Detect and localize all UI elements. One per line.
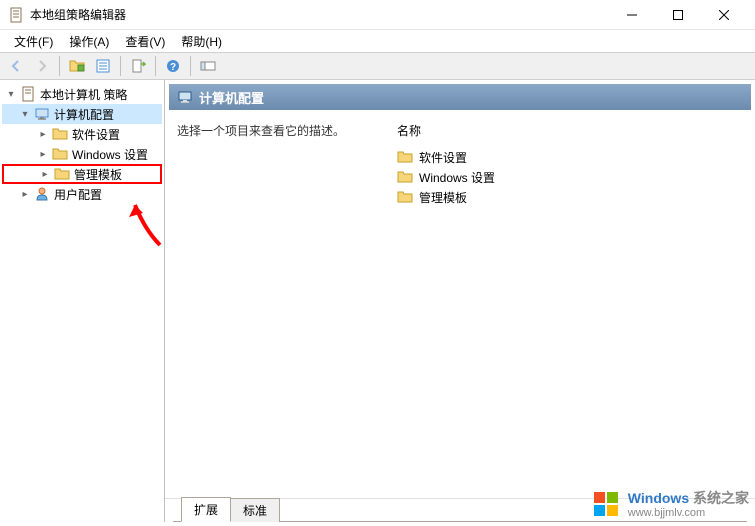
computer-icon (177, 89, 193, 105)
tab-standard[interactable]: 标准 (230, 498, 280, 522)
tree-label: Windows 设置 (72, 146, 148, 163)
toolbar-folder-button[interactable] (65, 54, 89, 78)
window-title: 本地组策略编辑器 (30, 6, 609, 23)
detail-description: 选择一个项目来查看它的描述。 (177, 122, 357, 139)
folder-icon (52, 146, 68, 162)
expand-icon[interactable]: ▸ (18, 187, 32, 201)
back-button (4, 54, 28, 78)
list-item[interactable]: 管理模板 (397, 187, 743, 207)
tree-label: 管理模板 (74, 166, 122, 183)
tree-computer-config[interactable]: ▾ 计算机配置 (2, 104, 162, 124)
list-item[interactable]: 软件设置 (397, 147, 743, 167)
menubar: 文件(F) 操作(A) 查看(V) 帮助(H) (0, 30, 755, 52)
tree-label: 用户配置 (54, 186, 102, 203)
tree-label: 软件设置 (72, 126, 120, 143)
tree-panel[interactable]: ▾ 本地计算机 策略 ▾ 计算机配置 ▸ 软件设置 ▸ Windows (0, 80, 165, 522)
svg-text:?: ? (170, 62, 176, 73)
maximize-button[interactable] (655, 0, 701, 30)
tree-root[interactable]: ▾ 本地计算机 策略 (2, 84, 162, 104)
tree-software-settings[interactable]: ▸ 软件设置 (2, 124, 162, 144)
list-item-label: 管理模板 (419, 189, 467, 206)
detail-header: 计算机配置 (169, 84, 751, 110)
menu-help[interactable]: 帮助(H) (173, 31, 230, 52)
folder-icon (397, 149, 413, 165)
list-item-label: 软件设置 (419, 149, 467, 166)
tree-windows-settings[interactable]: ▸ Windows 设置 (2, 144, 162, 164)
folder-icon (397, 189, 413, 205)
toolbar-help-button[interactable]: ? (161, 54, 185, 78)
app-icon (8, 7, 24, 23)
column-header-name[interactable]: 名称 (397, 122, 743, 139)
item-list: 软件设置 Windows 设置 管理模板 (397, 147, 743, 207)
menu-view[interactable]: 查看(V) (117, 31, 173, 52)
tab-extended[interactable]: 扩展 (181, 497, 231, 522)
expand-icon[interactable]: ▸ (36, 147, 50, 161)
policy-icon (20, 86, 36, 102)
toolbar-export-button[interactable] (126, 54, 150, 78)
user-icon (34, 186, 50, 202)
tree-label: 本地计算机 策略 (40, 86, 127, 103)
tree-user-config[interactable]: ▸ 用户配置 (2, 184, 162, 204)
toolbar-list-button[interactable] (91, 54, 115, 78)
tab-strip: 扩展 标准 (165, 498, 755, 522)
expand-icon[interactable]: ▾ (4, 87, 18, 101)
expand-icon[interactable]: ▸ (36, 127, 50, 141)
titlebar: 本地组策略编辑器 (0, 0, 755, 30)
detail-panel: 计算机配置 选择一个项目来查看它的描述。 名称 软件设置 Windows 设置 (165, 80, 755, 522)
list-item-label: Windows 设置 (419, 169, 495, 186)
detail-header-text: 计算机配置 (199, 88, 264, 107)
close-button[interactable] (701, 0, 747, 30)
tree-label: 计算机配置 (54, 106, 114, 123)
expand-icon[interactable]: ▾ (18, 107, 32, 121)
minimize-button[interactable] (609, 0, 655, 30)
forward-button (30, 54, 54, 78)
list-item[interactable]: Windows 设置 (397, 167, 743, 187)
tree-admin-templates[interactable]: ▸ 管理模板 (2, 164, 162, 184)
menu-file[interactable]: 文件(F) (6, 31, 61, 52)
menu-action[interactable]: 操作(A) (61, 31, 117, 52)
folder-icon (54, 166, 70, 182)
expand-icon[interactable]: ▸ (38, 167, 52, 181)
toolbar-filter-button[interactable] (196, 54, 220, 78)
computer-icon (34, 106, 50, 122)
toolbar: ? (0, 52, 755, 80)
folder-icon (397, 169, 413, 185)
folder-icon (52, 126, 68, 142)
